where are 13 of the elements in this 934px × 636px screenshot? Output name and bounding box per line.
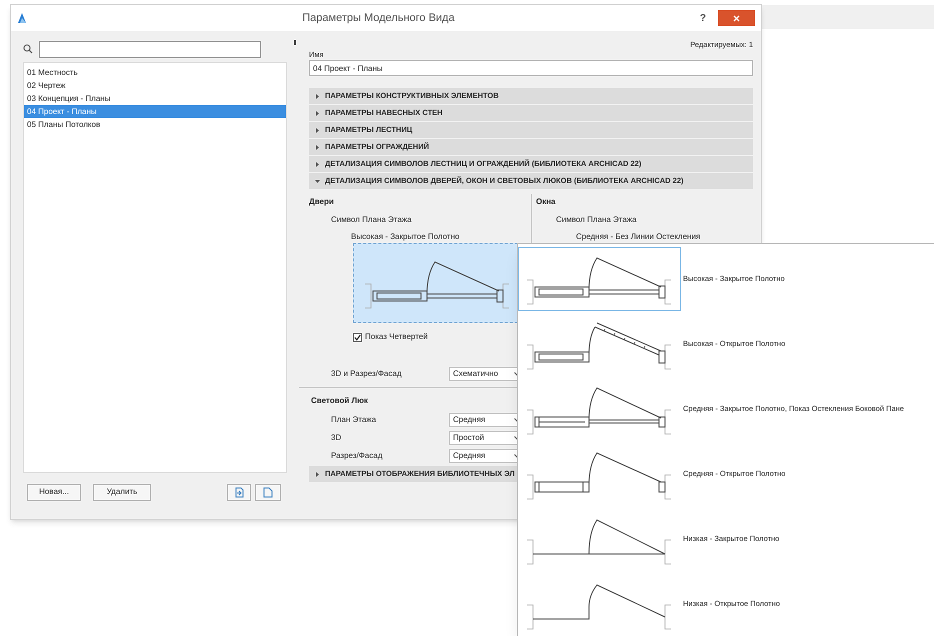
skylight-heading: Световой Люк xyxy=(310,395,369,407)
symbol-name: Высокая - Закрытое Полотно xyxy=(350,231,460,243)
field-label: План Этажа xyxy=(331,414,378,426)
window-title: Параметры Модельного Вида xyxy=(301,10,455,26)
windows-heading: Окна xyxy=(536,196,557,208)
checkbox-label: Показ Четвертей xyxy=(365,331,428,343)
doors-heading: Двери xyxy=(309,196,335,208)
field-label: 3D xyxy=(331,432,342,444)
floor-plan-symbol-label: Символ Плана Этажа xyxy=(555,214,638,226)
field-label: Разрез/Фасад xyxy=(331,450,384,462)
field-label: 3D и Разрез/Фасад xyxy=(331,368,402,380)
floor-plan-symbol-label: Символ Плана Этажа xyxy=(330,214,413,226)
symbol-name: Средняя - Без Линии Остекления xyxy=(575,231,702,243)
